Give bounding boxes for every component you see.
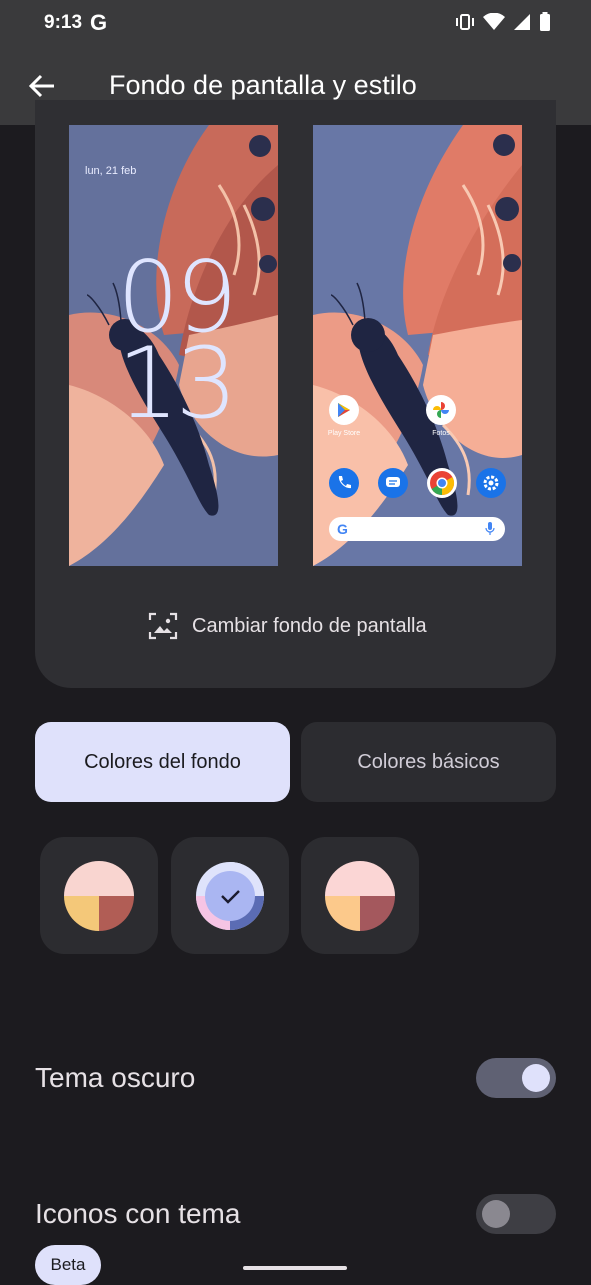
google-icon: G: [90, 10, 108, 35]
photos-icon[interactable]: [426, 395, 456, 425]
gesture-nav-handle[interactable]: [243, 1266, 347, 1270]
dark-theme-label: Tema oscuro: [35, 1062, 196, 1093]
status-bar: 9:13 G: [0, 0, 591, 48]
butterfly-wallpaper: [313, 125, 522, 566]
lock-screen-preview[interactable]: lun, 21 feb 09 13: [69, 125, 278, 566]
color-swatch-selected-icon: [196, 861, 264, 930]
back-button[interactable]: [24, 68, 60, 104]
change-wallpaper-label: Cambiar fondo de pantalla: [192, 614, 427, 637]
themed-icons-label: Iconos con tema: [35, 1198, 241, 1229]
color-option-3[interactable]: [301, 837, 419, 954]
color-option-2[interactable]: [171, 837, 289, 954]
play-store-label: Play Store: [327, 430, 361, 437]
dark-theme-toggle[interactable]: [476, 1058, 556, 1098]
tab-wallpaper-colors[interactable]: Colores del fondo: [35, 722, 290, 802]
photos-label: Fotos: [432, 430, 450, 437]
play-store-icon[interactable]: [329, 395, 359, 425]
google-g-icon: G: [337, 521, 348, 537]
color-swatch-icon: [325, 860, 395, 931]
home-screen-preview[interactable]: Play Store Fotos G: [313, 125, 522, 566]
clock-minutes: 13: [117, 327, 238, 441]
wifi-icon: [483, 13, 505, 30]
themed-icons-toggle[interactable]: [476, 1194, 556, 1234]
wallpaper-icon: [148, 612, 178, 640]
tab-basic-colors[interactable]: Colores básicos: [301, 722, 556, 802]
back-arrow-icon: [28, 74, 54, 98]
search-bar[interactable]: G: [329, 517, 505, 541]
messages-icon[interactable]: [378, 468, 408, 498]
phone-icon[interactable]: [329, 468, 359, 498]
chrome-icon[interactable]: [427, 468, 457, 498]
lock-clock: 09 13: [117, 249, 238, 441]
color-swatch-icon: [64, 860, 134, 931]
mic-icon[interactable]: [485, 522, 495, 536]
battery-icon: [540, 12, 550, 31]
vibrate-icon: [456, 14, 474, 30]
status-icons: [455, 12, 551, 32]
settings-icon[interactable]: [476, 468, 506, 498]
toggle-knob: [522, 1064, 550, 1092]
status-time: 9:13: [44, 12, 83, 33]
change-wallpaper-button[interactable]: Cambiar fondo de pantalla: [148, 610, 427, 642]
signal-icon: [514, 14, 530, 30]
page-title: Fondo de pantalla y estilo: [109, 70, 417, 100]
lock-date: lun, 21 feb: [85, 165, 137, 177]
color-option-1[interactable]: [40, 837, 158, 954]
toggle-knob: [482, 1200, 510, 1228]
beta-badge: Beta: [35, 1245, 101, 1285]
